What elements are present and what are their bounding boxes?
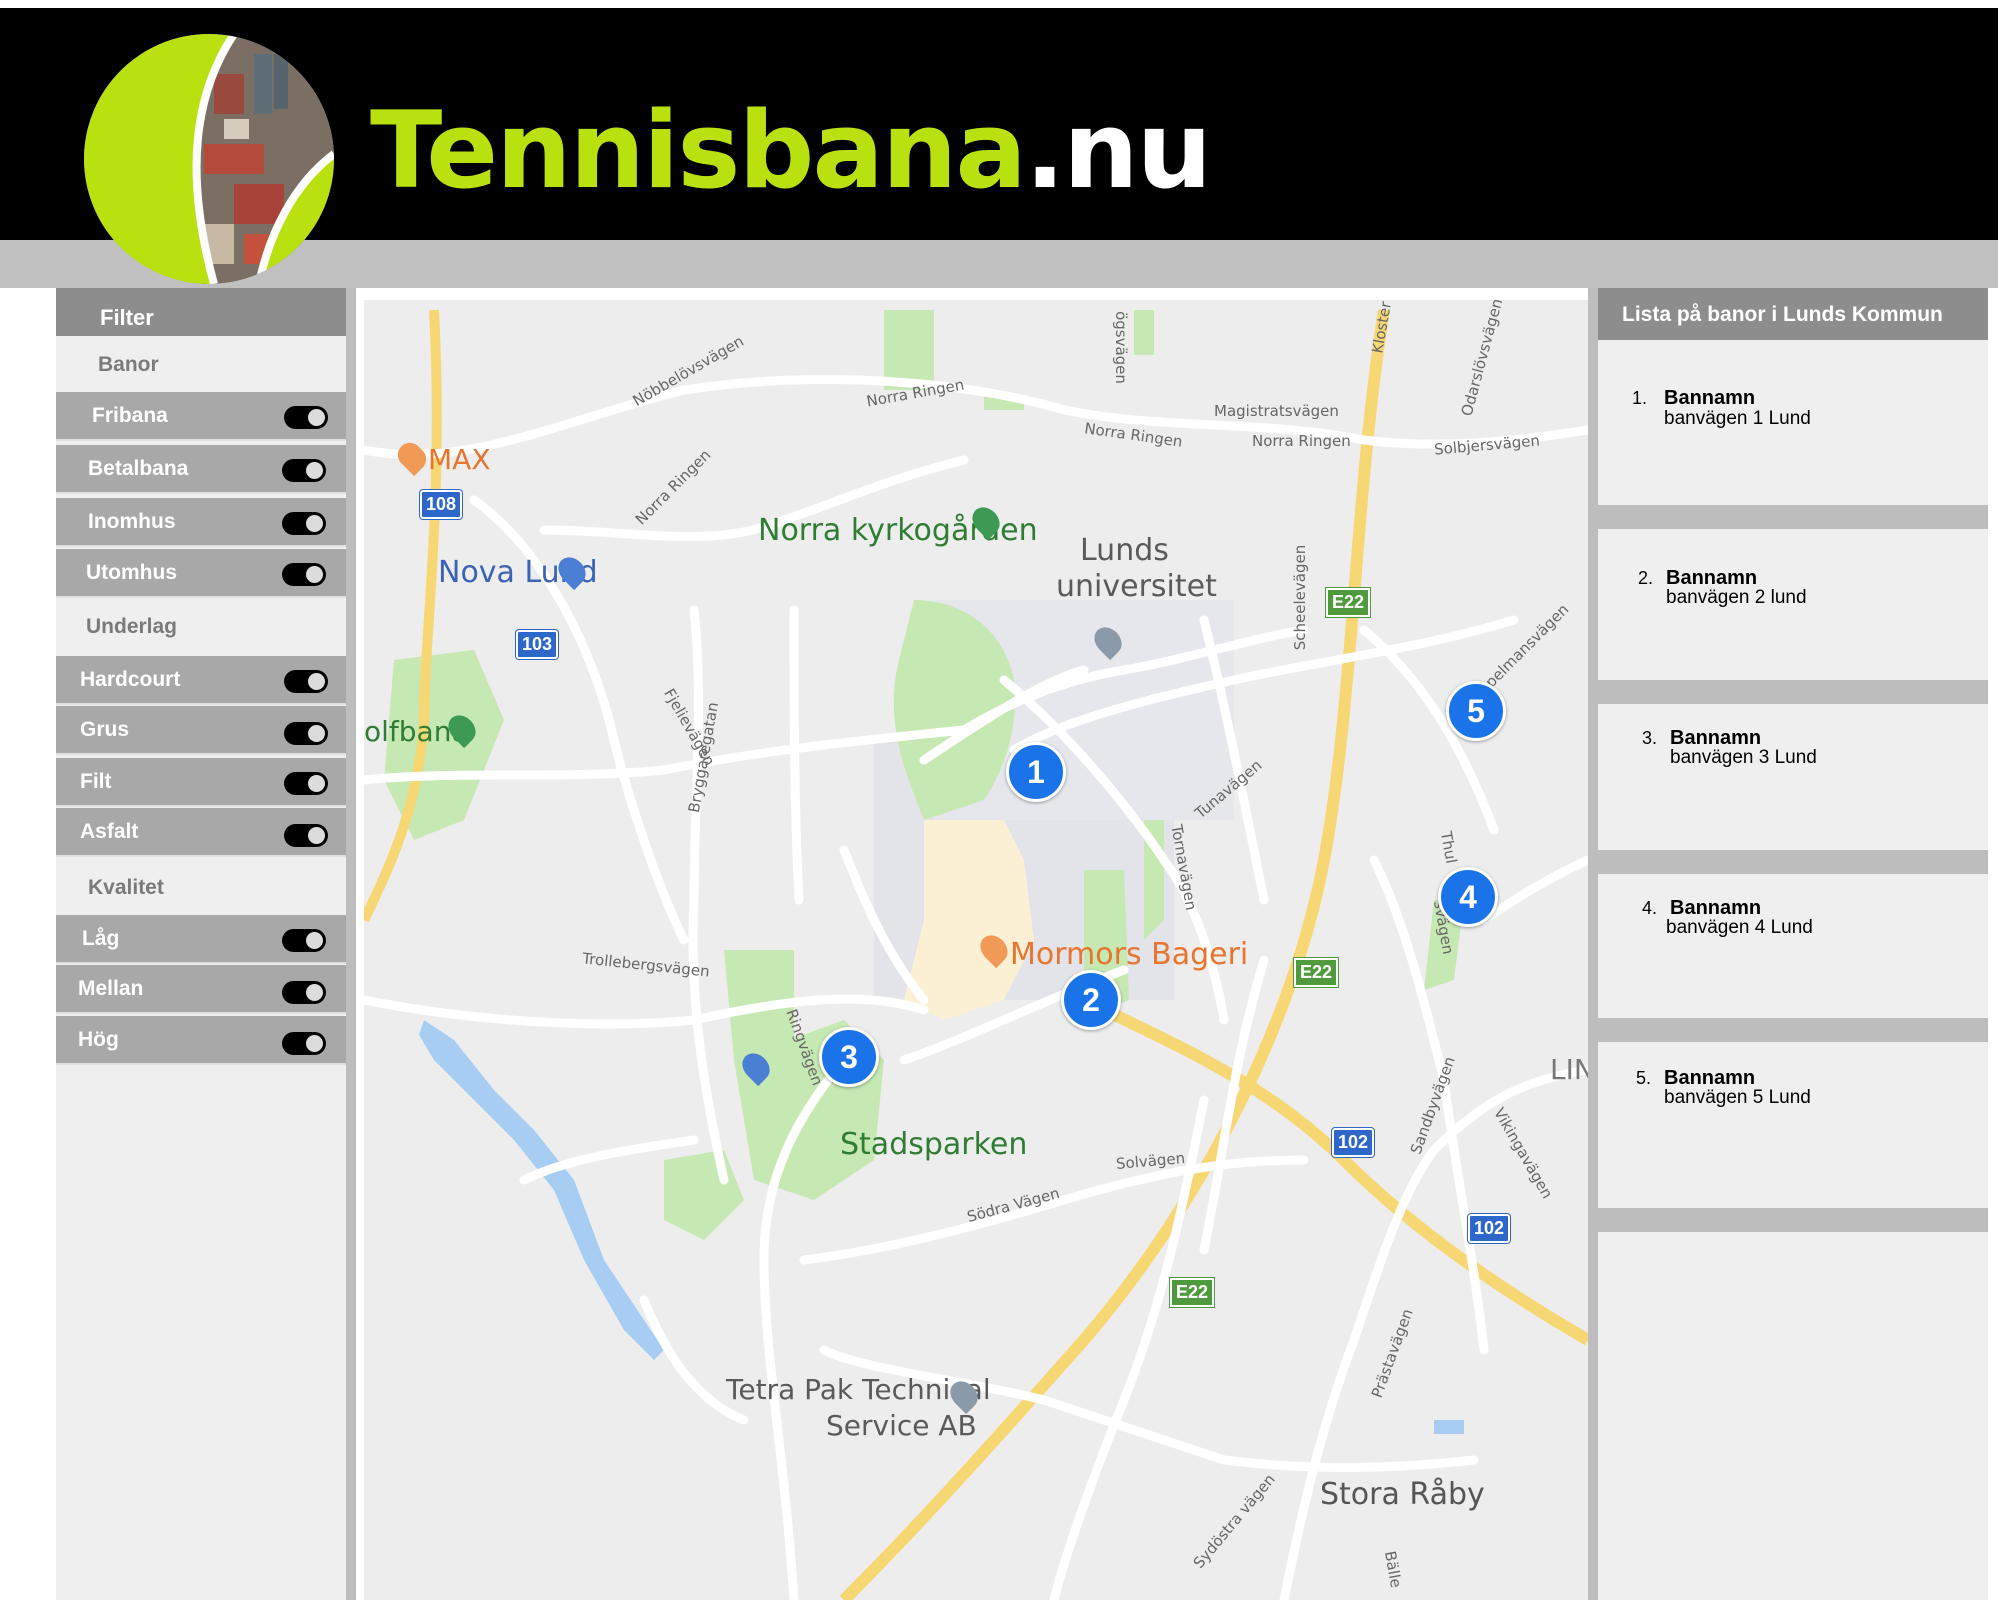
header-divider-bar <box>0 240 1998 288</box>
toggle-switch[interactable] <box>282 981 326 1004</box>
filter-item-label: Fribana <box>92 404 168 427</box>
street-label: Scheelevägen <box>1291 544 1310 651</box>
list-separator <box>1598 1208 1988 1232</box>
route-shield: E22 <box>1168 1277 1216 1308</box>
filter-item-label: Filt <box>80 770 112 793</box>
street-label: Thul <box>1436 829 1461 865</box>
toggle-switch[interactable] <box>282 512 326 535</box>
filter-item-mellan[interactable]: Mellan <box>56 965 348 1014</box>
filter-scrollbar[interactable] <box>346 288 356 1600</box>
list-separator <box>1598 1018 1988 1042</box>
court-number: 3. <box>1642 728 1658 748</box>
filter-item-asfalt[interactable]: Asfalt <box>56 808 348 857</box>
street-label: Magistratsvägen <box>1214 402 1339 420</box>
court-number: 2. <box>1638 568 1654 588</box>
court-pin-1[interactable]: 1 <box>1006 742 1066 802</box>
court-number: 1. <box>1632 388 1648 408</box>
filter-section-kvalitet: Kvalitet <box>56 859 348 915</box>
filter-item-betalbana[interactable]: Betalbana <box>56 445 348 494</box>
filter-item-label: Betalbana <box>88 457 189 480</box>
court-name-link[interactable]: Bannamn <box>1664 387 1755 410</box>
filter-section-banor: Banor <box>56 336 348 392</box>
court-number: 5. <box>1636 1068 1652 1088</box>
court-list-panel: Lista på banor i Lunds Kommun 1. Bannamn… <box>1598 288 1988 1600</box>
toggle-switch[interactable] <box>284 824 328 847</box>
filter-item-label: Hardcourt <box>80 668 181 691</box>
route-shield: E22 <box>1324 587 1372 618</box>
filter-item-label: Låg <box>82 927 120 950</box>
area-label-stora-raby: Stora Råby <box>1320 1477 1485 1512</box>
court-pin-5[interactable]: 5 <box>1446 681 1506 741</box>
filter-section-underlag: Underlag <box>56 600 348 656</box>
route-shield: 103 <box>514 629 560 660</box>
court-address: banvägen 5 Lund <box>1664 1087 1811 1108</box>
toggle-switch[interactable] <box>284 772 328 795</box>
street-label: ögsvägen <box>1111 311 1130 384</box>
court-address: banvägen 3 Lund <box>1670 747 1817 768</box>
tennis-ball-logo[interactable] <box>84 34 334 284</box>
filter-item-grus[interactable]: Grus <box>56 706 348 755</box>
court-list-item-1[interactable]: 1. Bannamn banvägen 1 Lund <box>1598 387 1988 488</box>
map-view[interactable]: MAX Nova Lund olfbana Norra kyrkogården … <box>364 300 1588 1600</box>
court-list-item-5[interactable]: 5. Bannamn banvägen 5 Lund <box>1598 1067 1988 1168</box>
court-pin-3[interactable]: 3 <box>819 1027 879 1087</box>
list-separator <box>1598 850 1988 874</box>
toggle-switch[interactable] <box>284 722 328 745</box>
court-address: banvägen 2 lund <box>1666 587 1807 608</box>
site-title-name: Tennisbana <box>370 89 1027 212</box>
court-list-item-4[interactable]: 4. Bannamn banvägen 4 Lund <box>1598 897 1988 998</box>
filter-item-label: Mellan <box>78 977 144 1000</box>
poi-label-lunds-universitet-line2[interactable]: universitet <box>1056 572 1217 602</box>
filter-item-utomhus[interactable]: Utomhus <box>56 549 348 598</box>
street-label: Norra Ringen <box>1252 432 1351 450</box>
court-pin-2[interactable]: 2 <box>1061 970 1121 1030</box>
list-separator <box>1598 680 1988 704</box>
court-address: banvägen 4 Lund <box>1666 917 1813 938</box>
map-frame: MAX Nova Lund olfbana Norra kyrkogården … <box>356 288 1596 1600</box>
filter-item-hog[interactable]: Hög <box>56 1016 348 1065</box>
route-shield: E22 <box>1292 957 1340 988</box>
filter-item-label: Asfalt <box>80 820 139 843</box>
toggle-switch[interactable] <box>284 670 328 693</box>
poi-label-max[interactable]: MAX <box>428 446 491 474</box>
toggle-switch[interactable] <box>282 459 326 482</box>
court-number: 4. <box>1642 898 1658 918</box>
filter-item-label: Inomhus <box>88 510 176 533</box>
toggle-switch[interactable] <box>284 406 328 429</box>
filter-item-label: Hög <box>78 1028 119 1051</box>
court-address: banvägen 1 Lund <box>1664 408 1811 429</box>
site-title[interactable]: Tennisbana.nu <box>370 98 1212 204</box>
toggle-switch[interactable] <box>282 929 326 952</box>
poi-label-stadsparken[interactable]: Stadsparken <box>840 1130 1027 1160</box>
filter-panel: Filter Banor Fribana Betalbana Inomhus U… <box>56 288 358 1600</box>
court-list-item-3[interactable]: 3. Bannamn banvägen 3 Lund <box>1598 727 1988 828</box>
filter-item-inomhus[interactable]: Inomhus <box>56 498 348 547</box>
route-shield: 102 <box>1466 1213 1512 1244</box>
filter-item-lag[interactable]: Låg <box>56 915 358 964</box>
filter-heading: Filter <box>56 288 348 336</box>
filter-item-hardcourt[interactable]: Hardcourt <box>56 656 348 705</box>
site-title-tld: .nu <box>1024 89 1212 212</box>
court-list-item-2[interactable]: 2. Bannamn banvägen 2 lund <box>1598 567 1988 668</box>
map-scrollbar[interactable] <box>1588 288 1598 1600</box>
filter-item-fribana[interactable]: Fribana <box>56 392 348 441</box>
toggle-switch[interactable] <box>282 1032 326 1055</box>
area-label-lin: LIN <box>1550 1053 1588 1086</box>
poi-label-mormors-bageri[interactable]: Mormors Bageri <box>1010 940 1248 970</box>
filter-item-label: Grus <box>80 718 130 741</box>
poi-label-lunds-universitet-line1[interactable]: Lunds <box>1080 536 1169 566</box>
filter-item-label: Utomhus <box>86 561 177 584</box>
toggle-switch[interactable] <box>282 563 326 586</box>
court-pin-4[interactable]: 4 <box>1438 867 1498 927</box>
list-separator <box>1598 505 1988 529</box>
route-shield: 102 <box>1330 1127 1376 1158</box>
poi-label-tetra-pak-line2[interactable]: Service AB <box>826 1412 977 1440</box>
filter-item-filt[interactable]: Filt <box>56 758 348 807</box>
route-shield: 108 <box>418 489 464 520</box>
court-list-heading: Lista på banor i Lunds Kommun <box>1598 288 1988 340</box>
